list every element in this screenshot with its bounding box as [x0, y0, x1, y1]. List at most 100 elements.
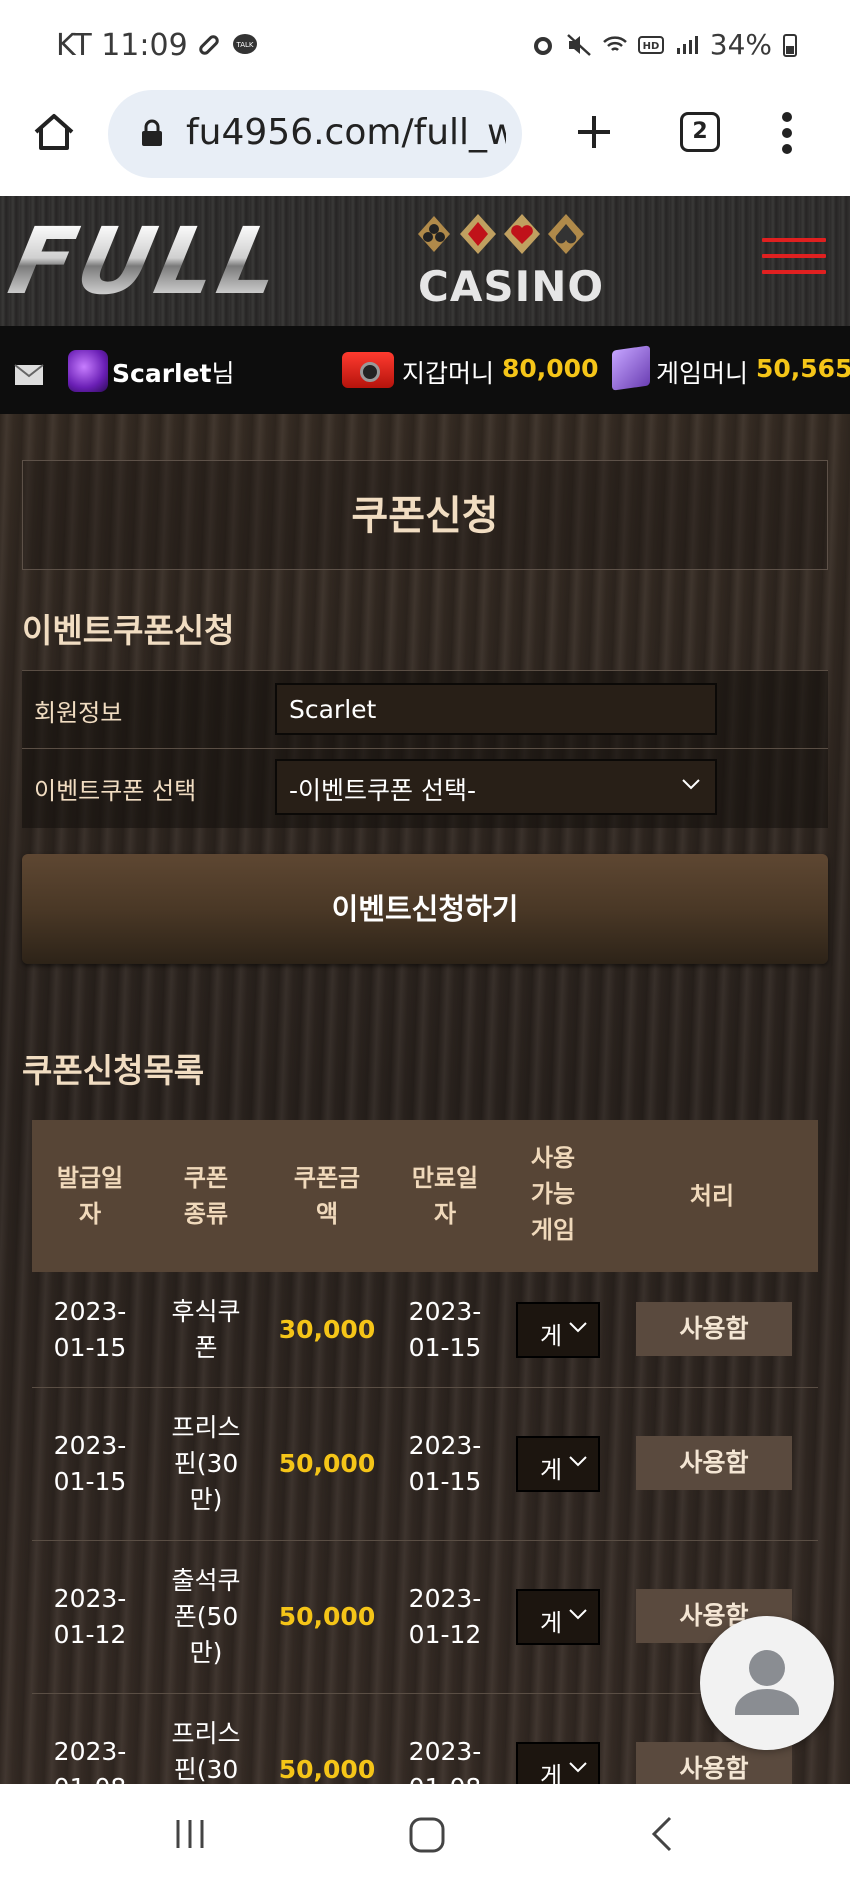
game-select-value: 게: [540, 1456, 563, 1484]
cell-coupon-type: 후식쿠 폰: [171, 1297, 241, 1362]
status-time: KT 11:09: [56, 28, 188, 63]
game-select[interactable]: 게: [516, 1436, 600, 1492]
section-title-list: 쿠폰신청목록: [22, 1051, 205, 1090]
logo-casino-text: CASINO: [418, 262, 605, 311]
address-bar[interactable]: fu4956.com/full_w: [108, 90, 522, 178]
svg-text:TALK: TALK: [235, 41, 253, 49]
menu-icon[interactable]: [762, 238, 826, 282]
chat-button[interactable]: [700, 1616, 834, 1750]
header-coupon-amount: 쿠폰금 액: [293, 1164, 361, 1228]
username-suffix: 님: [211, 359, 235, 388]
section-title-apply: 이벤트쿠폰신청: [22, 611, 235, 650]
battery-percent: 34%: [709, 28, 772, 61]
table-row: 2023- 01-15 프리스 핀(30 만) 50,000 2023- 01-…: [32, 1388, 818, 1541]
cell-expire-date: 2023- 01-15: [408, 1431, 482, 1496]
tab-count-button[interactable]: 2: [680, 112, 720, 152]
game-money-value: 50,565: [756, 354, 850, 383]
person-icon: [735, 1650, 799, 1715]
avatar: [68, 350, 108, 392]
wallet-icon: [342, 352, 394, 388]
wallet-money-label: 지갑머니: [402, 359, 495, 388]
status-right-icons: HD 34%: [530, 28, 798, 61]
system-nav-bar: [0, 1784, 850, 1889]
game-select[interactable]: 게: [516, 1742, 600, 1784]
cell-issue-date: 2023- 01-15: [53, 1297, 127, 1362]
game-select-value: 게: [540, 1609, 563, 1637]
url-text: fu4956.com/full_w: [186, 112, 506, 153]
browser-toolbar: fu4956.com/full_w 2: [0, 90, 850, 194]
club-icon: [418, 216, 450, 252]
battery-icon: [783, 33, 797, 57]
header-issue-date: 발급일 자: [56, 1164, 124, 1228]
cell-expire-date: 2023- 01-12: [408, 1584, 482, 1649]
main-content: 쿠폰신청 이벤트쿠폰신청 회원정보 Scarlet 이벤트쿠폰 선택 -이벤트쿠…: [0, 414, 850, 1784]
wallet-money-value: 80,000: [502, 354, 599, 383]
chevron-down-icon: [569, 1762, 587, 1773]
cell-issue-date: 2023- 01-15: [53, 1431, 127, 1496]
home-icon[interactable]: [30, 108, 78, 156]
recent-apps-icon[interactable]: [172, 1816, 208, 1852]
header-action: 처리: [689, 1182, 735, 1210]
cell-issue-date: 2023- 01-12: [53, 1584, 127, 1649]
form-row-coupon: 이벤트쿠폰 선택 -이벤트쿠폰 선택-: [22, 748, 828, 828]
submit-event-button[interactable]: 이벤트신청하기: [22, 854, 828, 964]
form-row-member: 회원정보 Scarlet: [22, 670, 828, 748]
page-title-box: 쿠폰신청: [22, 460, 828, 570]
logo-full-text[interactable]: FULL: [1, 208, 295, 315]
page-title: 쿠폰신청: [351, 493, 499, 539]
header-coupon-type: 쿠폰 종류: [183, 1164, 229, 1228]
mail-icon[interactable]: [14, 364, 44, 386]
cell-amount: 50,000: [278, 1449, 376, 1478]
cell-coupon-type: 출석쿠 폰(50 만): [171, 1566, 241, 1667]
status-left-icons: TALK: [196, 32, 258, 58]
cell-coupon-type: 프리스 핀(30: [171, 1719, 241, 1784]
username-text: Scarlet: [112, 359, 212, 388]
alarm-icon: [533, 36, 552, 55]
coupon-select-value: -이벤트쿠폰 선택-: [289, 776, 476, 805]
chevron-down-icon: [569, 1322, 587, 1333]
talk-icon: TALK: [233, 34, 257, 54]
heart-icon: [504, 214, 540, 254]
spade-icon: [548, 214, 584, 254]
table-header: 발급일 자 쿠폰 종류 쿠폰금 액 만료일 자 사용 가능 게임 처리: [32, 1120, 818, 1272]
more-icon[interactable]: [780, 110, 794, 156]
back-icon[interactable]: [648, 1814, 678, 1854]
coupon-form: 회원정보 Scarlet 이벤트쿠폰 선택 -이벤트쿠폰 선택-: [22, 670, 828, 828]
coupon-select[interactable]: -이벤트쿠폰 선택-: [275, 759, 717, 815]
header-expire-date: 만료일 자: [411, 1164, 479, 1228]
chevron-down-icon: [569, 1456, 587, 1467]
diamond-icon: [460, 214, 496, 254]
game-select[interactable]: 게: [516, 1302, 600, 1358]
cell-amount: 50,000: [278, 1602, 376, 1631]
cell-issue-date: 2023- 01-08: [53, 1737, 127, 1784]
site-header: FULL CASINO: [0, 196, 850, 326]
mute-icon: [566, 33, 591, 56]
status-bar: KT 11:09 TALK HD 34%: [0, 0, 850, 90]
lock-icon: [142, 119, 162, 146]
used-button[interactable]: 사용함: [636, 1436, 792, 1490]
game-money-label: 게임머니: [656, 359, 749, 388]
cell-expire-date: 2023- 01-08: [408, 1737, 482, 1784]
hd-icon: HD: [637, 35, 664, 54]
chevron-down-icon: [569, 1609, 587, 1620]
cell-amount: 30,000: [278, 1315, 376, 1344]
table-row: 2023- 01-15 후식쿠 폰 30,000 2023- 01-15 게 사…: [32, 1272, 818, 1388]
username: Scarlet님: [112, 354, 235, 390]
cell-amount: 50,000: [278, 1755, 376, 1784]
cell-expire-date: 2023- 01-15: [408, 1297, 482, 1362]
cell-coupon-type: 프리스 핀(30 만): [171, 1413, 241, 1514]
home-nav-icon[interactable]: [408, 1816, 446, 1854]
game-select[interactable]: 게: [516, 1589, 600, 1645]
game-money-icon: [612, 345, 650, 391]
chevron-down-icon: [682, 779, 700, 790]
svg-text:HD: HD: [642, 41, 659, 52]
signal-icon: [676, 35, 698, 54]
plus-icon[interactable]: [570, 108, 618, 156]
game-select-value: 게: [540, 1322, 563, 1350]
user-info-bar: Scarlet님 지갑머니 80,000 게임머니 50,565: [0, 326, 850, 414]
member-field[interactable]: Scarlet: [275, 683, 717, 735]
wifi-icon: [602, 35, 627, 51]
used-button[interactable]: 사용함: [636, 1302, 792, 1356]
coupon-select-label: 이벤트쿠폰 선택: [34, 777, 197, 805]
game-select-value: 게: [540, 1762, 563, 1784]
